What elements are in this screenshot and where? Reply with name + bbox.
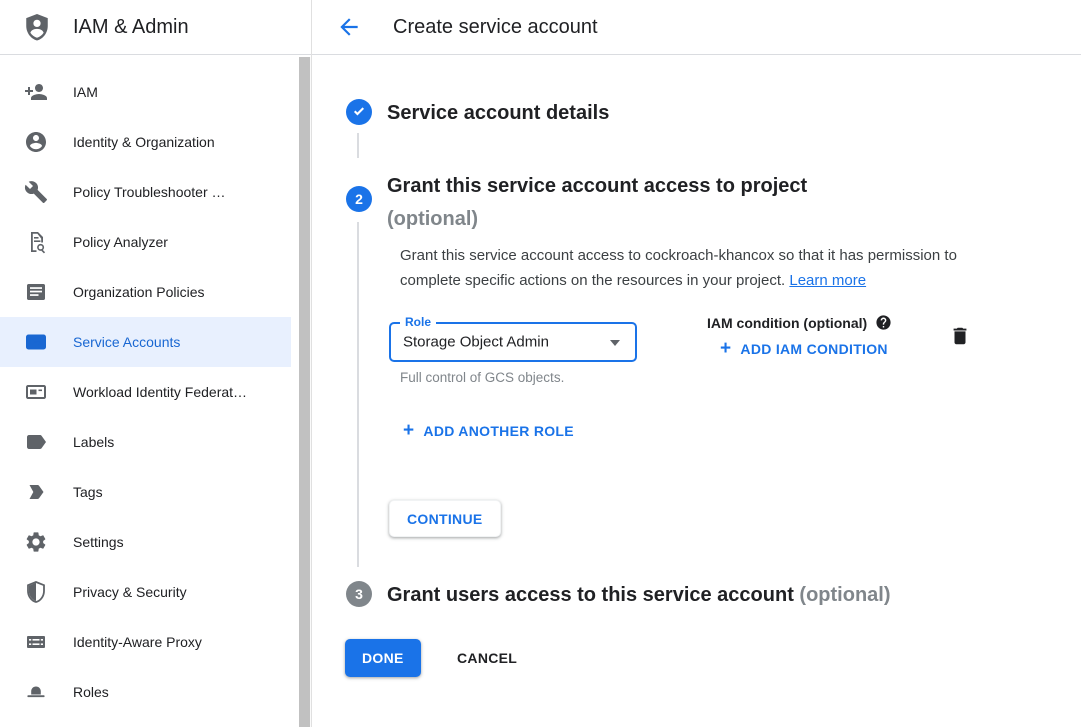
sidebar-item-label: IAM bbox=[73, 84, 98, 100]
step3-title-text: Grant users access to this service accou… bbox=[387, 584, 794, 606]
learn-more-link[interactable]: Learn more bbox=[789, 272, 866, 289]
identity-card-icon bbox=[24, 380, 48, 404]
sidebar-item-settings[interactable]: Settings bbox=[0, 517, 291, 567]
continue-button[interactable]: CONTINUE bbox=[389, 500, 501, 537]
sidebar-nav: IAM Identity & Organization Policy Trouble… bbox=[0, 67, 291, 717]
person-add-icon bbox=[24, 80, 48, 104]
sidebar-item-label: Tags bbox=[73, 484, 103, 500]
sidebar-item-identity-organization[interactable]: Identity & Organization bbox=[0, 117, 291, 167]
step3-title: Grant users access to this service accou… bbox=[387, 582, 891, 608]
sidebar-header: IAM & Admin bbox=[0, 0, 311, 55]
step3-circle: 3 bbox=[346, 581, 372, 607]
done-button[interactable]: DONE bbox=[345, 639, 421, 677]
sidebar-item-label: Policy Analyzer bbox=[73, 234, 168, 250]
role-helper-text: Full control of GCS objects. bbox=[400, 370, 564, 385]
sidebar-item-label: Policy Troubleshooter … bbox=[73, 184, 226, 200]
proxy-grid-icon bbox=[24, 630, 48, 654]
step2-description-text: Grant this service account access to coc… bbox=[400, 247, 957, 289]
sidebar-item-tags[interactable]: Tags bbox=[0, 467, 291, 517]
sidebar-item-label: Service Accounts bbox=[73, 334, 180, 350]
sidebar-item-labels[interactable]: Labels bbox=[0, 417, 291, 467]
add-iam-condition-button[interactable]: + ADD IAM CONDITION bbox=[720, 341, 888, 357]
checkmark-icon bbox=[350, 102, 368, 123]
scrollbar-thumb[interactable] bbox=[299, 57, 310, 727]
arrow-back-icon bbox=[336, 28, 362, 43]
iam-condition-label: IAM condition (optional) bbox=[707, 314, 892, 331]
service-account-key-icon bbox=[24, 330, 48, 354]
sidebar-item-workload-identity-federat[interactable]: Workload Identity Federat… bbox=[0, 367, 291, 417]
sidebar-scrollbar[interactable] bbox=[299, 57, 311, 727]
main-header: Create service account bbox=[312, 0, 1081, 55]
role-select-label: Role bbox=[400, 315, 436, 329]
policy-analyzer-icon bbox=[24, 230, 48, 254]
step2-title: Grant this service account access to pro… bbox=[387, 170, 807, 236]
add-another-role-label: ADD ANOTHER ROLE bbox=[423, 423, 574, 439]
main-panel: Create service account Service account d… bbox=[312, 0, 1081, 727]
sidebar-item-label: Organization Policies bbox=[73, 284, 205, 300]
iam-condition-label-text: IAM condition (optional) bbox=[707, 315, 867, 331]
plus-icon: + bbox=[403, 423, 414, 439]
iam-admin-shield-icon bbox=[22, 12, 52, 42]
sidebar-title: IAM & Admin bbox=[73, 16, 189, 39]
plus-icon: + bbox=[720, 341, 731, 357]
account-circle-icon bbox=[24, 130, 48, 154]
step1-complete-circle bbox=[346, 99, 372, 125]
sidebar-item-roles[interactable]: Roles bbox=[0, 667, 291, 717]
step2-title-text: Grant this service account access to pro… bbox=[387, 175, 807, 197]
sidebar-item-label: Labels bbox=[73, 434, 114, 450]
sidebar-item-label: Privacy & Security bbox=[73, 584, 187, 600]
step-connector bbox=[357, 133, 359, 158]
sidebar-item-label: Settings bbox=[73, 534, 124, 550]
sidebar-item-label: Workload Identity Federat… bbox=[73, 384, 247, 400]
sidebar-item-iam[interactable]: IAM bbox=[0, 67, 291, 117]
role-select[interactable]: Role Storage Object Admin bbox=[389, 322, 637, 362]
sidebar-item-label: Identity-Aware Proxy bbox=[73, 634, 202, 650]
step1-title: Service account details bbox=[387, 100, 609, 126]
help-button[interactable] bbox=[875, 314, 892, 331]
sidebar: IAM & Admin IAM Identity & Organization Po… bbox=[0, 0, 312, 727]
step3-optional-label: (optional) bbox=[799, 584, 890, 606]
step2-optional-label: (optional) bbox=[387, 208, 478, 230]
back-button[interactable] bbox=[336, 14, 362, 40]
wrench-icon bbox=[24, 180, 48, 204]
label-tag-icon bbox=[24, 430, 48, 454]
sidebar-item-privacy-security[interactable]: Privacy & Security bbox=[0, 567, 291, 617]
page-title: Create service account bbox=[393, 16, 598, 39]
hat-icon bbox=[24, 680, 48, 704]
step2-description: Grant this service account access to coc… bbox=[400, 243, 984, 293]
role-select-value: Storage Object Admin bbox=[403, 334, 549, 351]
step2-circle: 2 bbox=[346, 186, 372, 212]
sidebar-item-policy-analyzer[interactable]: Policy Analyzer bbox=[0, 217, 291, 267]
step-connector bbox=[357, 222, 359, 567]
sidebar-item-label: Roles bbox=[73, 684, 109, 700]
trash-icon bbox=[949, 335, 971, 350]
sidebar-item-policy-troubleshooter[interactable]: Policy Troubleshooter … bbox=[0, 167, 291, 217]
document-lines-icon bbox=[24, 280, 48, 304]
shield-half-icon bbox=[24, 580, 48, 604]
gear-icon bbox=[24, 530, 48, 554]
sidebar-item-label: Identity & Organization bbox=[73, 134, 215, 150]
cancel-button[interactable]: CANCEL bbox=[440, 639, 534, 677]
delete-role-button[interactable] bbox=[948, 325, 972, 349]
tag-arrow-icon bbox=[24, 480, 48, 504]
help-icon bbox=[875, 319, 892, 334]
add-another-role-button[interactable]: + ADD ANOTHER ROLE bbox=[403, 423, 574, 439]
add-iam-condition-label: ADD IAM CONDITION bbox=[740, 341, 887, 357]
sidebar-item-organization-policies[interactable]: Organization Policies bbox=[0, 267, 291, 317]
sidebar-item-service-accounts[interactable]: Service Accounts bbox=[0, 317, 291, 367]
sidebar-item-identity-aware-proxy[interactable]: Identity-Aware Proxy bbox=[0, 617, 291, 667]
dropdown-arrow-icon bbox=[610, 340, 620, 346]
